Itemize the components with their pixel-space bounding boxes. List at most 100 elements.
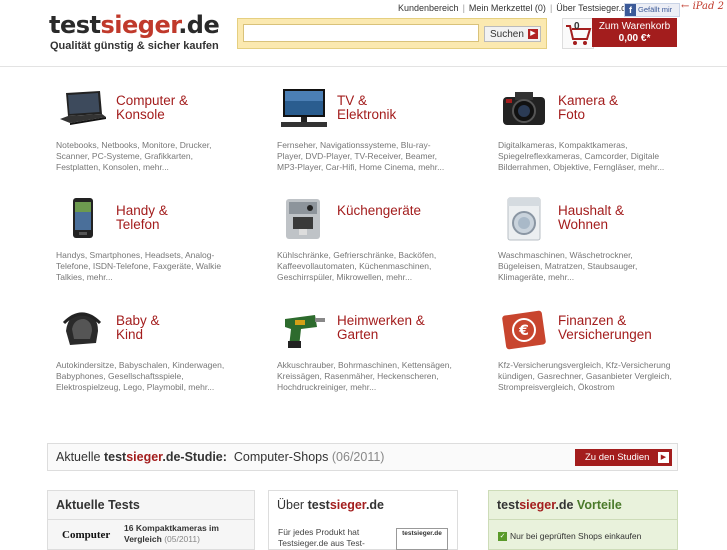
search-bar: Suchen ▶ — [237, 18, 547, 49]
studien-button[interactable]: Zu den Studien ▶ — [575, 449, 672, 466]
link-separator: | — [549, 3, 553, 13]
euro-icon: € — [498, 307, 550, 351]
box-vorteile: testsieger.de Vorteile ✓ Nur bei geprüfte… — [488, 490, 678, 550]
category-title[interactable]: Baby & Kind — [116, 314, 266, 342]
title-line2: Versicherungen — [558, 327, 652, 342]
title-line2: Kind — [116, 327, 144, 342]
heading-prefix: Über — [277, 498, 308, 512]
category-title[interactable]: Heimwerken & Garten — [337, 314, 487, 342]
link-ueber[interactable]: Über Testsieger.de — [556, 3, 631, 13]
brand-test: test — [497, 498, 520, 512]
coffee-machine-icon — [277, 197, 329, 241]
category-title[interactable]: Küchengeräte — [337, 204, 487, 218]
ipad-label: iPad 2 — [692, 1, 724, 12]
link-merkzettel[interactable]: Mein Merkzettel (0) — [469, 3, 546, 13]
brand-test: test — [103, 450, 127, 464]
svg-text:€: € — [518, 323, 529, 339]
category-desc: Fernseher, Navigationssysteme, Blu-ray-P… — [277, 140, 445, 172]
category-tv[interactable]: TV & Elektronik Fernseher, Navigationssys… — [277, 87, 492, 182]
facebook-icon: f — [625, 4, 636, 16]
category-kueche[interactable]: Küchengeräte Kühlschränke, Gefrierschrän… — [277, 197, 492, 292]
logo[interactable]: testsieger.de — [49, 10, 220, 40]
studie-text[interactable]: Aktuelle testsieger.de-Studie: Computer-… — [56, 450, 384, 464]
studie-topic: Computer-Shops — [233, 450, 329, 464]
category-desc: Notebooks, Netbooks, Monitore, Drucker, … — [56, 140, 212, 172]
category-handy[interactable]: Handy & Telefon Handys, Smartphones, Head… — [56, 197, 271, 292]
category-title[interactable]: Handy & Telefon — [116, 204, 266, 232]
category-title[interactable]: TV & Elektronik — [337, 94, 487, 122]
category-finanzen[interactable]: € Finanzen & Versicherungen Kfz-Versicher… — [498, 307, 713, 402]
title-line1: Küchengeräte — [337, 203, 422, 218]
link-separator: | — [462, 3, 465, 13]
checkmark-icon: ✓ — [498, 532, 507, 542]
category-baby[interactable]: Baby & Kind Autokindersitze, Babyschalen,… — [56, 307, 271, 402]
washing-machine-icon — [498, 197, 550, 241]
category-desc: Handys, Smartphones, Headsets, Analog-Te… — [56, 250, 222, 282]
title-line2: Telefon — [116, 217, 160, 232]
category-haushalt[interactable]: Haushalt & Wohnen Waschmaschinen, Wäschet… — [498, 197, 713, 292]
brand-sieger: sieger — [126, 450, 163, 464]
category-title[interactable]: Computer & Konsole — [116, 94, 266, 122]
category-title[interactable]: Kamera & Foto — [558, 94, 708, 122]
box-aktuelle-tests: Aktuelle Tests Computer 16 Kompaktkamera… — [47, 490, 255, 550]
category-desc: Kfz-Versicherungsvergleich, Kfz-Versiche… — [498, 360, 672, 392]
title-line1: Computer & — [116, 93, 189, 108]
studie-brand: testsieger.de-Studie: — [104, 450, 227, 464]
search-button[interactable]: Suchen ▶ — [484, 26, 541, 42]
arrow-right-icon: ▶ — [658, 452, 669, 463]
title-line1: TV & — [337, 93, 368, 108]
title-line2: Garten — [337, 327, 379, 342]
divider — [48, 519, 254, 520]
search-input[interactable] — [243, 24, 479, 42]
test-item-title: 16 Kompaktkameras im — [124, 523, 219, 533]
facebook-like-button[interactable]: f Gefällt mir — [624, 3, 680, 17]
brand-de: .de — [555, 498, 574, 512]
logo-part-de: .de — [178, 11, 220, 39]
search-button-label: Suchen — [490, 29, 524, 40]
title-line1: Baby & — [116, 313, 160, 328]
title-line1: Kamera & — [558, 93, 619, 108]
arrow-right-icon: ▶ — [528, 29, 538, 39]
category-desc: Kühlschränke, Gefrierschränke, Backöfen,… — [277, 250, 437, 282]
category-kamera[interactable]: Kamera & Foto Digitalkameras, Kompaktkame… — [498, 87, 713, 182]
title-line1: Haushalt & — [558, 203, 625, 218]
title-line1: Finanzen & — [558, 313, 627, 328]
cart-button-label: Zum Warenkorb — [598, 21, 671, 32]
brand-test: test — [307, 498, 330, 512]
about-text: Für jedes Produkt hat Testsieger.de aus T… — [278, 527, 365, 549]
test-item[interactable]: 16 Kompaktkameras im Vergleich (05/2011) — [124, 523, 219, 545]
tagline: Qualität günstig & sicher kaufen — [50, 40, 219, 52]
title-line2: Konsole — [116, 107, 165, 122]
category-title[interactable]: Haushalt & Wohnen — [558, 204, 708, 232]
title-line1: Handy & — [116, 203, 168, 218]
link-kundenbereich[interactable]: Kundenbereich — [398, 3, 459, 13]
header: testsieger.de Qualität günstig & sicher … — [0, 0, 727, 67]
category-heimwerken[interactable]: Heimwerken & Garten Akkuschrauber, Bohrma… — [277, 307, 492, 402]
category-title[interactable]: Finanzen & Versicherungen — [558, 314, 708, 342]
cart-sum: 0,00 €* — [618, 33, 651, 44]
laptop-icon — [56, 87, 108, 131]
test-logo: Computer — [62, 529, 111, 541]
category-computer[interactable]: Computer & Konsole Notebooks, Netbooks, M… — [56, 87, 271, 182]
brand-sieger: sieger — [519, 498, 556, 512]
ipad-promo-link[interactable]: ← iPad 2 — [681, 1, 724, 12]
category-desc: Digitalkameras, Kompaktkameras, Spiegelr… — [498, 140, 665, 172]
category-desc: Akkuschrauber, Bohrmaschinen, Kettensäge… — [277, 360, 452, 392]
title-line1: Heimwerken & — [337, 313, 425, 328]
title-line2: Foto — [558, 107, 586, 122]
about-line1: Für jedes Produkt hat — [278, 527, 360, 537]
box-heading: testsieger.de Vorteile — [497, 498, 622, 512]
test-item-title2: Vergleich — [124, 534, 162, 544]
cart-button[interactable]: Zum Warenkorb 0,00 €* — [592, 18, 677, 47]
about-line2: Testsieger.de aus Test- — [278, 538, 365, 548]
heading-suffix: Vorteile — [573, 498, 622, 512]
title-line2: Elektronik — [337, 107, 397, 122]
baby-seat-icon — [56, 307, 108, 351]
box-heading: Über testsieger.de — [277, 498, 384, 512]
brand-sieger: sieger — [329, 498, 366, 512]
top-links: Kundenbereich | Mein Merkzettel (0) | Über T… — [398, 3, 631, 13]
studie-bar: Aktuelle testsieger.de-Studie: Computer-… — [47, 443, 678, 471]
facebook-like-label: Gefällt mir — [638, 5, 673, 14]
box-ueber: Über testsieger.de Für jedes Produkt hat… — [268, 490, 458, 550]
logo-part-test: test — [49, 11, 101, 39]
